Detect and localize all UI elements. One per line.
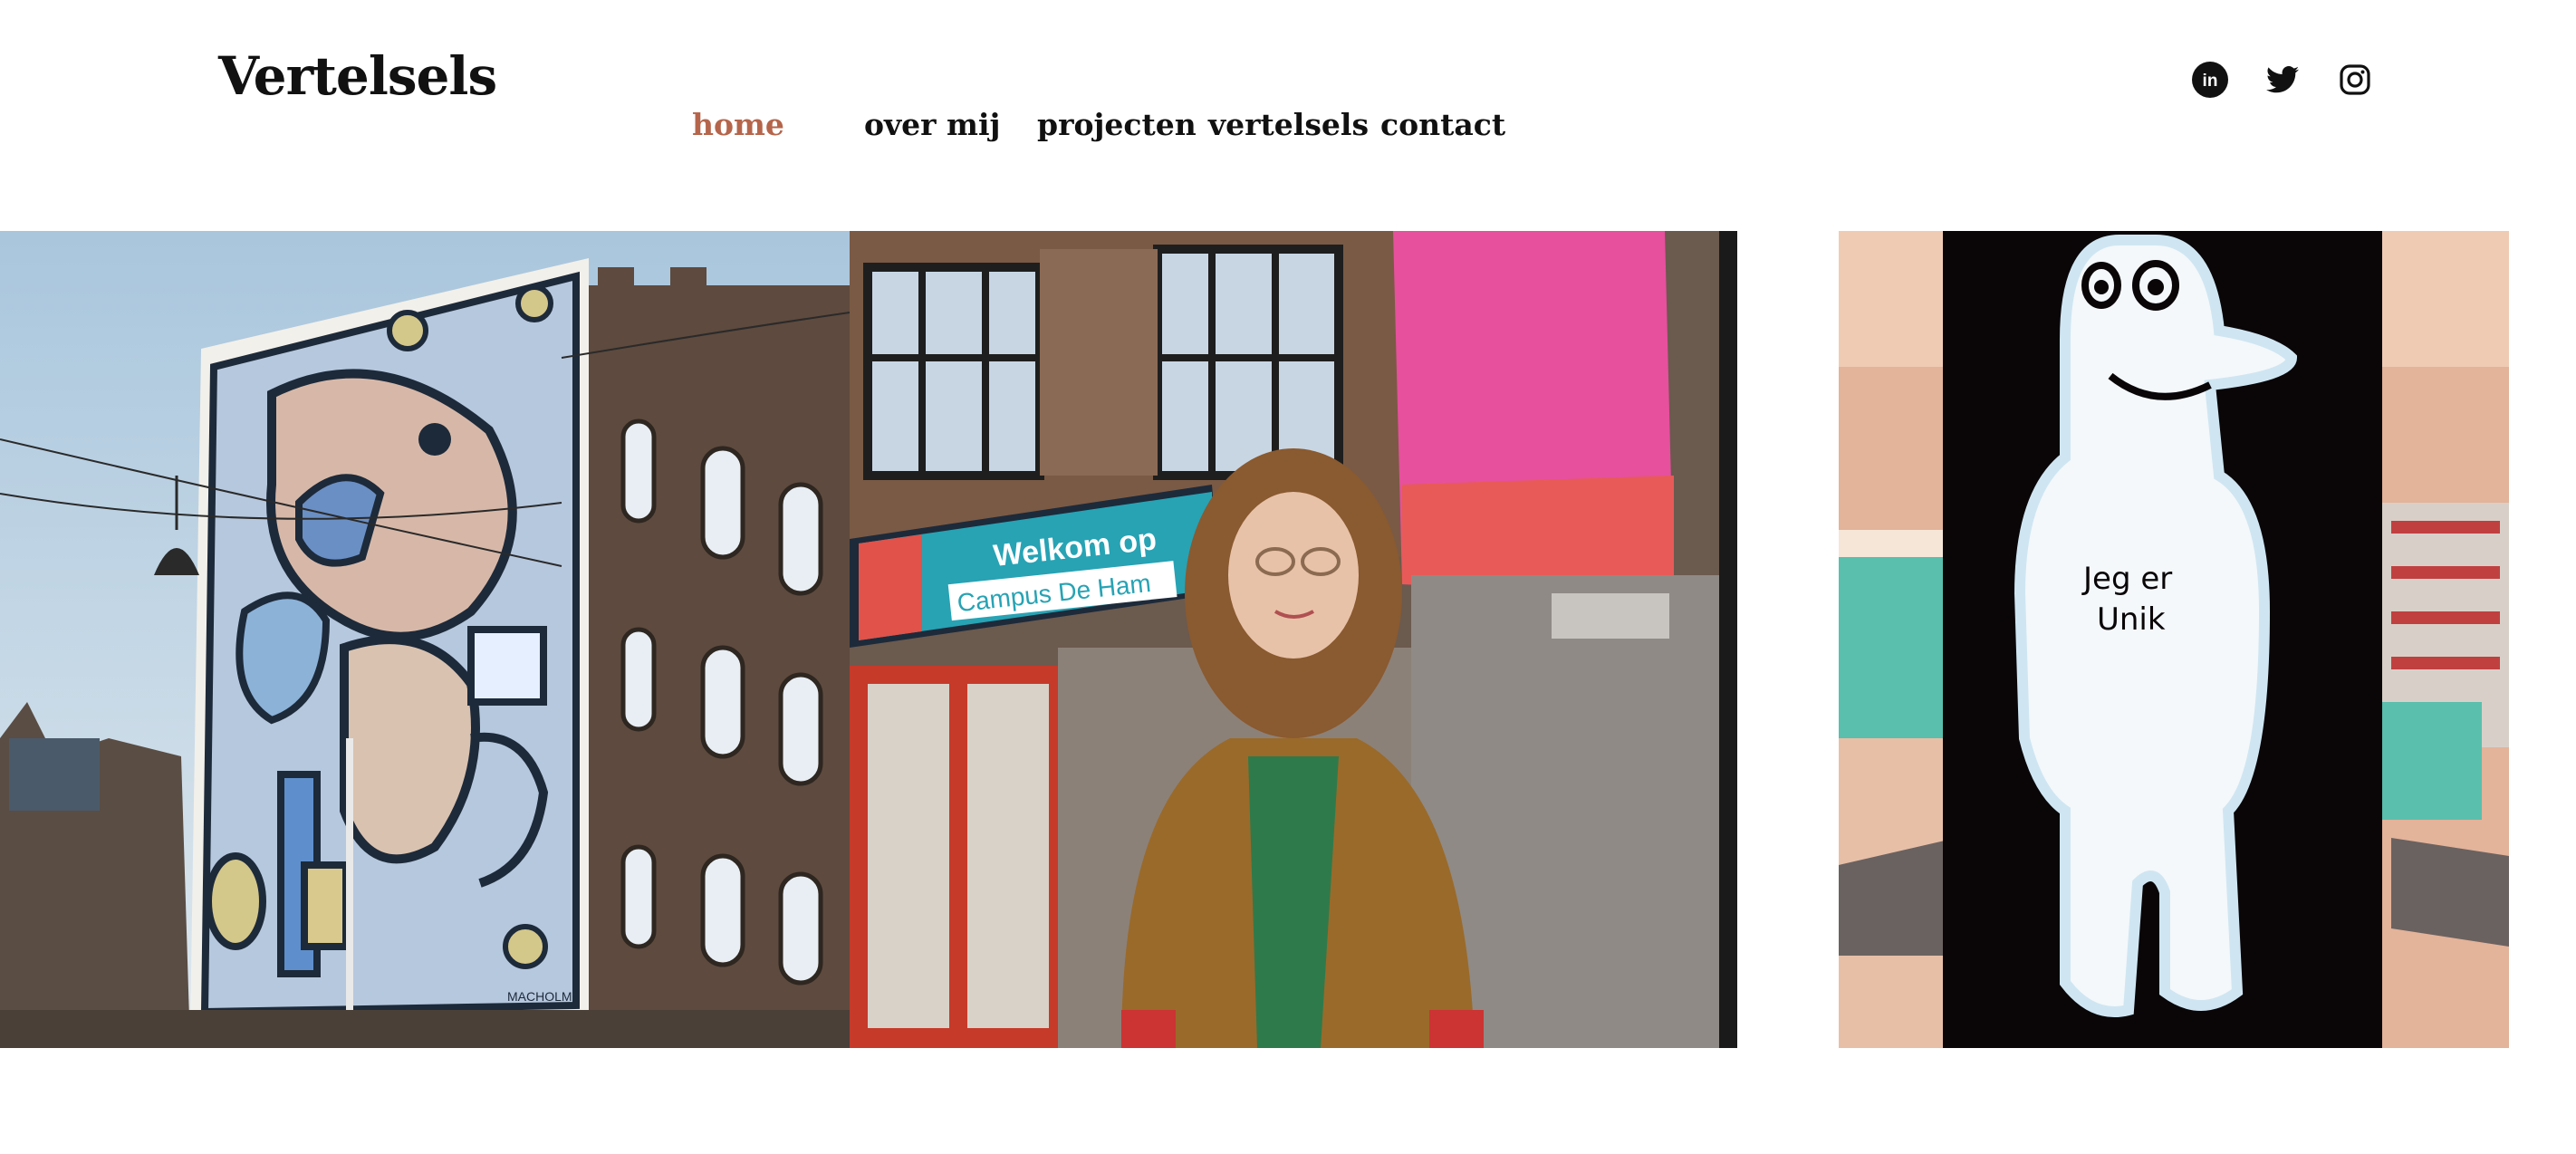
nav-contact[interactable]: contact bbox=[1380, 107, 1505, 142]
svg-text:MACHOLM: MACHOLM bbox=[507, 989, 572, 1004]
campus-photo[interactable]: Welkom op Campus De Ham bbox=[850, 231, 1737, 1048]
twitter-icon[interactable] bbox=[2263, 60, 2302, 100]
instagram-icon[interactable] bbox=[2335, 60, 2375, 100]
svg-text:Unik: Unik bbox=[2097, 601, 2166, 638]
mural-photo[interactable]: MACHOLM bbox=[0, 231, 850, 1048]
nav-home[interactable]: home bbox=[692, 107, 784, 142]
nav-over-mij[interactable]: over mij bbox=[864, 107, 1000, 142]
svg-text:in: in bbox=[2203, 72, 2218, 91]
svg-text:Jeg er: Jeg er bbox=[2081, 561, 2172, 597]
lightbox-photo[interactable]: Jeg er Unik bbox=[1839, 231, 2509, 1048]
nav-projecten[interactable]: projecten bbox=[1037, 107, 1197, 142]
site-title[interactable]: Vertelsels bbox=[218, 45, 497, 107]
linkedin-icon[interactable]: in bbox=[2190, 60, 2230, 100]
page: Vertelsels home over mij projecten verte… bbox=[0, 0, 2576, 1154]
nav-vertelsels[interactable]: vertelsels bbox=[1208, 107, 1369, 142]
